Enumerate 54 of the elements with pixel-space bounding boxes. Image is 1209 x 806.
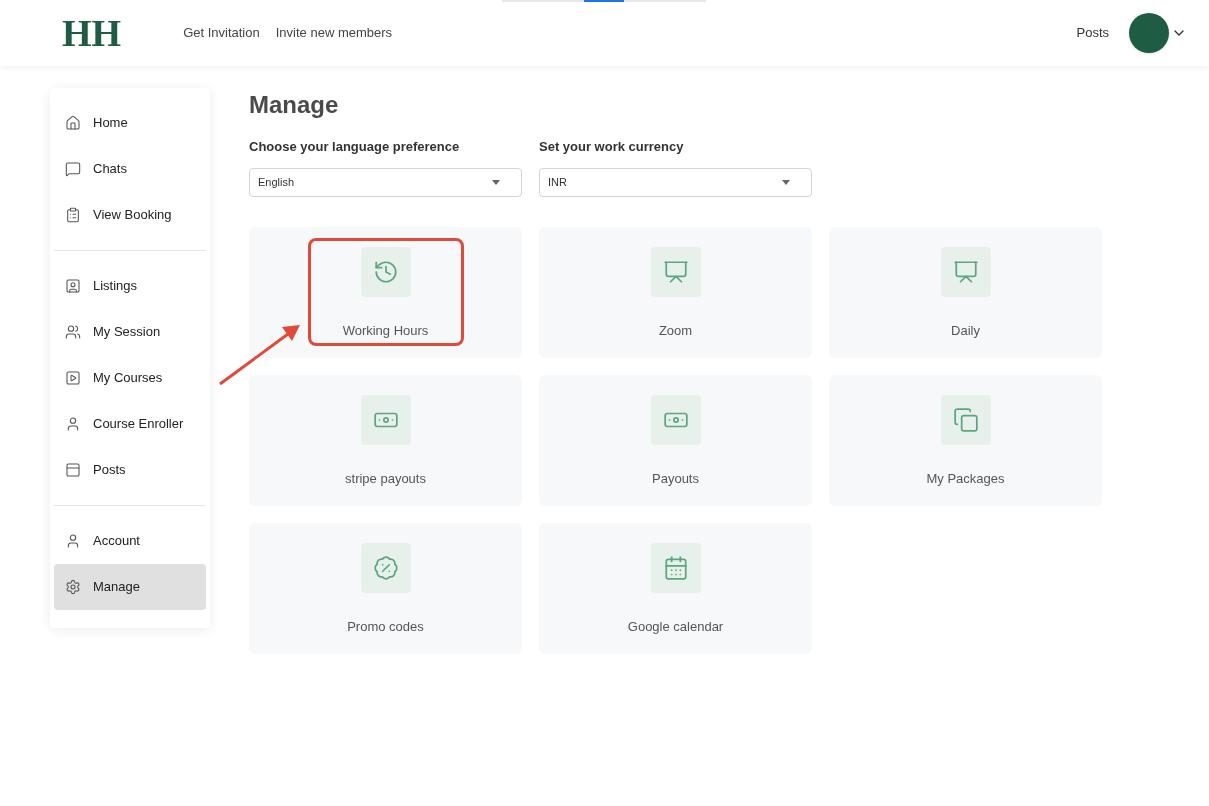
- nav-link[interactable]: Get Invitation: [183, 23, 260, 43]
- sidebar-item[interactable]: Listings: [54, 263, 206, 309]
- card-label: Promo codes: [347, 617, 424, 636]
- feature-card[interactable]: Google calendar: [539, 522, 812, 654]
- card-label: Payouts: [652, 469, 699, 488]
- chat-icon: [65, 161, 81, 177]
- presentation-icon: [662, 258, 689, 285]
- document-stack-icon: [952, 406, 979, 433]
- field-label: Choose your language preference: [249, 138, 461, 156]
- avatar[interactable]: [1129, 13, 1169, 53]
- select-field[interactable]: English: [249, 167, 522, 197]
- sidebar-item[interactable]: My Session: [54, 309, 206, 355]
- window-icon: [65, 462, 81, 478]
- posts-link[interactable]: Posts: [1076, 23, 1109, 43]
- card-label: Zoom: [658, 321, 693, 340]
- settings-icon: [65, 579, 81, 595]
- percent-badge-icon: [372, 554, 399, 581]
- home-icon: [65, 115, 81, 131]
- card-label: My Packages: [926, 469, 1005, 488]
- sidebar-item[interactable]: View Booking: [54, 192, 206, 238]
- dropdown-arrow-icon: [492, 179, 500, 185]
- presentation-icon: [952, 258, 979, 285]
- card-label: Daily: [951, 321, 980, 340]
- person-icon: [65, 533, 81, 549]
- sidebar-item[interactable]: My Courses: [54, 355, 206, 401]
- card-label: stripe payouts: [345, 469, 426, 488]
- person-icon: [65, 416, 81, 432]
- feature-card[interactable]: stripe payouts: [249, 374, 522, 506]
- nav-link[interactable]: Invite new members: [275, 23, 393, 43]
- group-icon: [65, 324, 81, 340]
- contact-card-icon: [65, 278, 81, 294]
- feature-card[interactable]: Promo codes: [249, 522, 522, 654]
- clock-icon: [372, 258, 399, 285]
- calendar-icon: [662, 554, 689, 581]
- page-title: Manage: [249, 93, 340, 117]
- select-field[interactable]: INR: [539, 167, 812, 197]
- sidebar-item[interactable]: Posts: [54, 447, 206, 493]
- sidebar-item[interactable]: Account: [54, 518, 206, 564]
- field-label: Set your work currency: [539, 138, 685, 156]
- feature-card[interactable]: My Packages: [829, 374, 1102, 506]
- logo[interactable]: HH: [62, 14, 122, 52]
- sidebar-item[interactable]: Chats: [54, 146, 206, 192]
- sidebar-item[interactable]: Course Enroller: [54, 401, 206, 447]
- card-label: Working Hours: [342, 321, 429, 340]
- clipboard-icon: [65, 207, 81, 223]
- sidebar-item[interactable]: Manage: [54, 564, 206, 610]
- feature-card[interactable]: Payouts: [539, 374, 812, 506]
- feature-card[interactable]: Daily: [829, 226, 1102, 358]
- feature-card[interactable]: Zoom: [539, 226, 812, 358]
- play-icon: [65, 370, 81, 386]
- feature-card[interactable]: Working Hours: [249, 226, 522, 358]
- card-label: Google calendar: [627, 617, 724, 636]
- sidebar-item[interactable]: Home: [54, 100, 206, 146]
- dropdown-arrow-icon: [782, 179, 790, 185]
